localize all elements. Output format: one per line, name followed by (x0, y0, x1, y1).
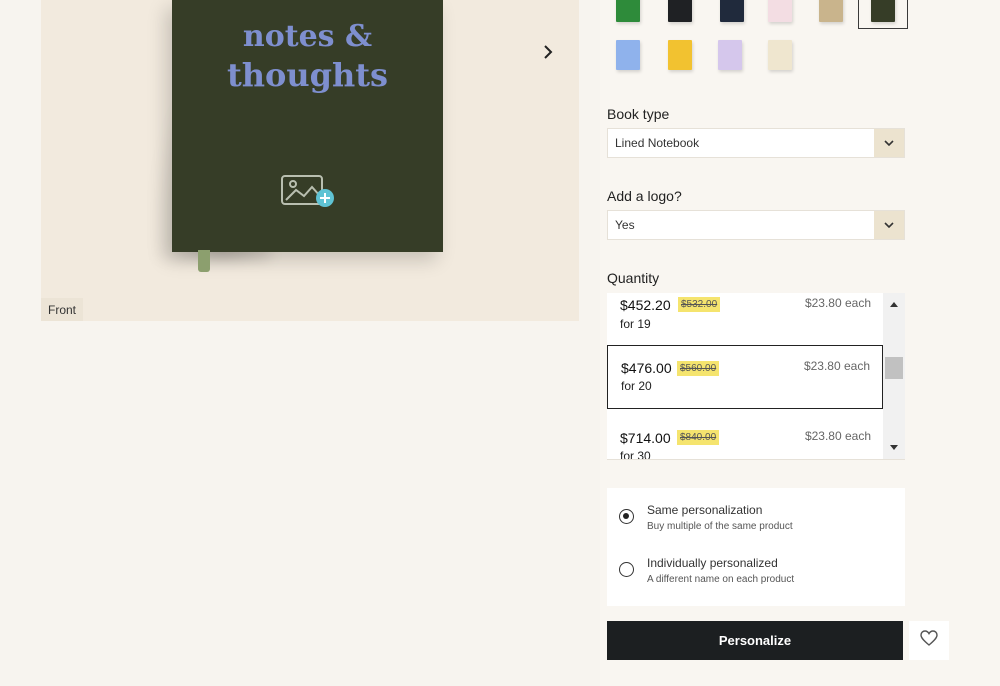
individual-personalization-title: Individually personalized (647, 556, 778, 570)
same-personalization-option[interactable]: Same personalization Buy multiple of the… (619, 503, 899, 539)
quantity-label: Quantity (607, 270, 660, 286)
chevron-down-icon (874, 129, 904, 157)
individual-personalization-option[interactable]: Individually personalized A different na… (619, 556, 899, 592)
book-type-value: Lined Notebook (615, 136, 700, 150)
view-label: Front (41, 298, 84, 321)
personalize-button[interactable]: Personalize (607, 621, 903, 660)
qty-original-price: $840.00 (677, 430, 720, 445)
swatch[interactable] (768, 40, 792, 70)
scrollbar-thumb[interactable] (885, 357, 903, 379)
individual-personalization-desc: A different name on each product (647, 574, 795, 585)
bookmark-ribbon (198, 250, 210, 272)
swatch[interactable] (668, 40, 692, 70)
product-viewer: notes & thoughts (41, 0, 579, 321)
logo-value: Yes (615, 218, 635, 232)
chevron-right-icon[interactable] (538, 42, 558, 62)
qty-each-price: $23.80 each (804, 429, 871, 443)
scrollbar-track[interactable] (883, 293, 905, 459)
quantity-option-selected[interactable]: $476.00 $560.00 for 20 $23.80 each (607, 345, 883, 409)
scroll-down-icon[interactable] (887, 441, 901, 455)
swatch[interactable] (720, 0, 744, 22)
add-image-icon[interactable] (280, 174, 336, 210)
color-swatches (606, 0, 916, 80)
swatch[interactable] (616, 40, 640, 70)
qty-price: $714.00 (620, 430, 671, 446)
cover-title-line2: thoughts (226, 56, 389, 94)
personalization-options: Same personalization Buy multiple of the… (607, 488, 905, 606)
qty-each-price: $23.80 each (803, 359, 870, 373)
swatch[interactable] (718, 40, 742, 70)
quantity-list[interactable]: $452.20 $532.00 for 19 $23.80 each $476.… (607, 293, 905, 460)
swatch[interactable] (819, 0, 843, 22)
logo-select[interactable]: Yes (607, 210, 905, 240)
chevron-down-icon (874, 211, 904, 239)
qty-count: for 30 (620, 449, 651, 460)
logo-label: Add a logo? (607, 188, 682, 204)
qty-count: for 20 (621, 379, 652, 393)
swatch[interactable] (616, 0, 640, 22)
swatch[interactable] (668, 0, 692, 22)
qty-original-price: $532.00 (678, 297, 721, 312)
scroll-up-icon[interactable] (887, 297, 901, 311)
quantity-option[interactable]: $452.20 $532.00 for 19 $23.80 each (607, 293, 883, 345)
cover-title-line1: notes & (242, 19, 373, 54)
radio-checked-icon[interactable] (619, 509, 634, 524)
swatch-selected[interactable] (871, 0, 895, 22)
book-type-label: Book type (607, 106, 670, 122)
favorite-button[interactable] (909, 621, 949, 660)
qty-count: for 19 (620, 317, 651, 331)
notebook-cover: notes & thoughts (172, 0, 443, 252)
qty-price: $452.20 (620, 297, 671, 313)
qty-original-price: $560.00 (677, 361, 720, 376)
heart-icon (920, 630, 938, 651)
swatch[interactable] (768, 0, 792, 22)
same-personalization-title: Same personalization (647, 503, 763, 517)
radio-unchecked-icon[interactable] (619, 562, 634, 577)
quantity-option[interactable]: $714.00 $840.00 for 30 $23.80 each (607, 417, 883, 460)
qty-each-price: $23.80 each (804, 296, 871, 310)
qty-price: $476.00 (621, 360, 672, 376)
book-type-select[interactable]: Lined Notebook (607, 128, 905, 158)
same-personalization-desc: Buy multiple of the same product (647, 521, 793, 532)
